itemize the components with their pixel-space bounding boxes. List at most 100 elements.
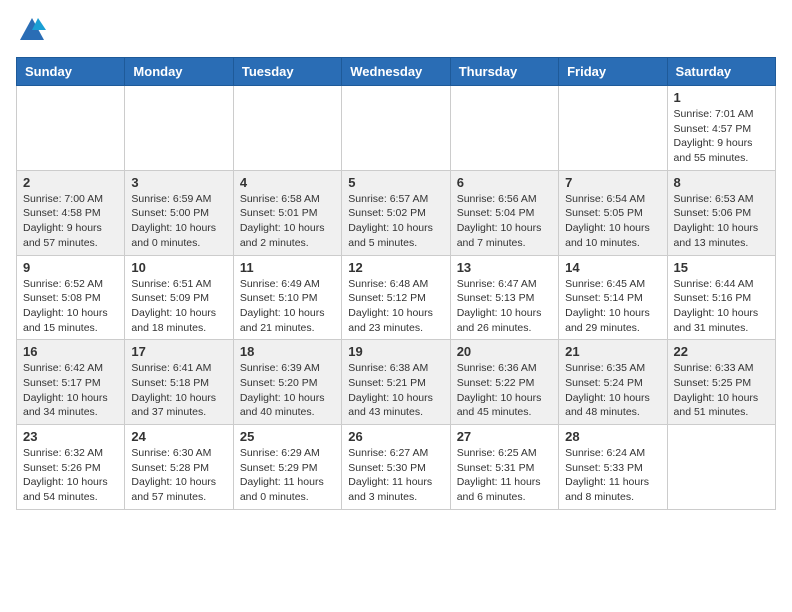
cell-w2-d2: 3 Sunrise: 6:59 AM Sunset: 5:00 PM Daylig… [125,170,233,255]
day-number: 27 [457,429,552,444]
cell-w5-d6: 28 Sunrise: 6:24 AM Sunset: 5:33 PM Dayli… [559,425,667,510]
header-thursday: Thursday [450,58,558,86]
calendar-table: SundayMondayTuesdayWednesdayThursdayFrid… [16,57,776,510]
header-saturday: Saturday [667,58,775,86]
cell-w4-d5: 20Sunrise: 6:36 AM Sunset: 5:22 PM Dayli… [450,340,558,425]
day-info: Sunrise: 7:00 AM Sunset: 4:58 PM Dayligh… [23,192,118,251]
day-number: 5 [348,175,443,190]
day-number: 14 [565,260,660,275]
day-number: 7 [565,175,660,190]
cell-w5-d5: 27 Sunrise: 6:25 AM Sunset: 5:31 PM Dayli… [450,425,558,510]
day-number: 2 [23,175,118,190]
day-info: Sunrise: 6:32 AM Sunset: 5:26 PM Dayligh… [23,446,118,505]
day-number: 17 [131,344,226,359]
week-row-3: 9 Sunrise: 6:52 AM Sunset: 5:08 PM Daylig… [17,255,776,340]
cell-w2-d5: 6Sunrise: 6:56 AM Sunset: 5:04 PM Daylig… [450,170,558,255]
day-info: Sunrise: 6:48 AM Sunset: 5:12 PM Dayligh… [348,277,443,336]
week-row-5: 23 Sunrise: 6:32 AM Sunset: 5:26 PM Dayli… [17,425,776,510]
day-number: 12 [348,260,443,275]
day-info: Sunrise: 6:27 AM Sunset: 5:30 PM Dayligh… [348,446,443,505]
header-monday: Monday [125,58,233,86]
day-info: Sunrise: 6:42 AM Sunset: 5:17 PM Dayligh… [23,361,118,420]
week-row-1: 1 Sunrise: 7:01 AM Sunset: 4:57 PM Daylig… [17,86,776,171]
cell-w3-d3: 11 Sunrise: 6:49 AM Sunset: 5:10 PM Dayli… [233,255,341,340]
day-number: 25 [240,429,335,444]
day-info: Sunrise: 6:33 AM Sunset: 5:25 PM Dayligh… [674,361,769,420]
day-number: 21 [565,344,660,359]
cell-w1-d5 [450,86,558,171]
day-info: Sunrise: 6:39 AM Sunset: 5:20 PM Dayligh… [240,361,335,420]
day-info: Sunrise: 6:56 AM Sunset: 5:04 PM Dayligh… [457,192,552,251]
day-info: Sunrise: 6:47 AM Sunset: 5:13 PM Dayligh… [457,277,552,336]
cell-w2-d4: 5 Sunrise: 6:57 AM Sunset: 5:02 PM Daylig… [342,170,450,255]
day-info: Sunrise: 6:29 AM Sunset: 5:29 PM Dayligh… [240,446,335,505]
cell-w5-d1: 23 Sunrise: 6:32 AM Sunset: 5:26 PM Dayli… [17,425,125,510]
logo-icon [18,16,46,44]
day-number: 1 [674,90,769,105]
day-info: Sunrise: 6:57 AM Sunset: 5:02 PM Dayligh… [348,192,443,251]
cell-w1-d1 [17,86,125,171]
day-info: Sunrise: 6:41 AM Sunset: 5:18 PM Dayligh… [131,361,226,420]
cell-w4-d2: 17 Sunrise: 6:41 AM Sunset: 5:18 PM Dayli… [125,340,233,425]
day-info: Sunrise: 6:49 AM Sunset: 5:10 PM Dayligh… [240,277,335,336]
day-info: Sunrise: 6:25 AM Sunset: 5:31 PM Dayligh… [457,446,552,505]
header-tuesday: Tuesday [233,58,341,86]
cell-w3-d1: 9 Sunrise: 6:52 AM Sunset: 5:08 PM Daylig… [17,255,125,340]
day-info: Sunrise: 6:30 AM Sunset: 5:28 PM Dayligh… [131,446,226,505]
day-info: Sunrise: 6:38 AM Sunset: 5:21 PM Dayligh… [348,361,443,420]
day-info: Sunrise: 6:58 AM Sunset: 5:01 PM Dayligh… [240,192,335,251]
day-info: Sunrise: 6:45 AM Sunset: 5:14 PM Dayligh… [565,277,660,336]
day-info: Sunrise: 6:59 AM Sunset: 5:00 PM Dayligh… [131,192,226,251]
day-info: Sunrise: 6:44 AM Sunset: 5:16 PM Dayligh… [674,277,769,336]
cell-w5-d4: 26 Sunrise: 6:27 AM Sunset: 5:30 PM Dayli… [342,425,450,510]
cell-w1-d3 [233,86,341,171]
day-number: 4 [240,175,335,190]
day-number: 11 [240,260,335,275]
day-info: Sunrise: 6:54 AM Sunset: 5:05 PM Dayligh… [565,192,660,251]
day-number: 16 [23,344,118,359]
day-info: Sunrise: 6:24 AM Sunset: 5:33 PM Dayligh… [565,446,660,505]
day-number: 28 [565,429,660,444]
day-number: 8 [674,175,769,190]
header-sunday: Sunday [17,58,125,86]
page-header [16,16,776,49]
cell-w3-d6: 14 Sunrise: 6:45 AM Sunset: 5:14 PM Dayli… [559,255,667,340]
cell-w4-d3: 18 Sunrise: 6:39 AM Sunset: 5:20 PM Dayli… [233,340,341,425]
cell-w4-d7: 22 Sunrise: 6:33 AM Sunset: 5:25 PM Dayli… [667,340,775,425]
day-number: 15 [674,260,769,275]
day-info: Sunrise: 6:52 AM Sunset: 5:08 PM Dayligh… [23,277,118,336]
day-number: 3 [131,175,226,190]
day-number: 23 [23,429,118,444]
day-info: Sunrise: 6:36 AM Sunset: 5:22 PM Dayligh… [457,361,552,420]
cell-w1-d7: 1 Sunrise: 7:01 AM Sunset: 4:57 PM Daylig… [667,86,775,171]
cell-w2-d6: 7 Sunrise: 6:54 AM Sunset: 5:05 PM Daylig… [559,170,667,255]
header-friday: Friday [559,58,667,86]
logo [16,16,46,49]
cell-w5-d3: 25 Sunrise: 6:29 AM Sunset: 5:29 PM Dayli… [233,425,341,510]
week-row-2: 2 Sunrise: 7:00 AM Sunset: 4:58 PM Daylig… [17,170,776,255]
day-number: 22 [674,344,769,359]
cell-w4-d4: 19 Sunrise: 6:38 AM Sunset: 5:21 PM Dayli… [342,340,450,425]
cell-w3-d5: 13 Sunrise: 6:47 AM Sunset: 5:13 PM Dayli… [450,255,558,340]
cell-w2-d7: 8 Sunrise: 6:53 AM Sunset: 5:06 PM Daylig… [667,170,775,255]
day-number: 9 [23,260,118,275]
cell-w5-d7 [667,425,775,510]
day-number: 13 [457,260,552,275]
calendar-header-row: SundayMondayTuesdayWednesdayThursdayFrid… [17,58,776,86]
day-info: Sunrise: 7:01 AM Sunset: 4:57 PM Dayligh… [674,107,769,166]
cell-w1-d6 [559,86,667,171]
day-number: 24 [131,429,226,444]
day-info: Sunrise: 6:35 AM Sunset: 5:24 PM Dayligh… [565,361,660,420]
cell-w3-d2: 10 Sunrise: 6:51 AM Sunset: 5:09 PM Dayli… [125,255,233,340]
day-number: 18 [240,344,335,359]
day-number: 19 [348,344,443,359]
day-info: Sunrise: 6:51 AM Sunset: 5:09 PM Dayligh… [131,277,226,336]
cell-w5-d2: 24 Sunrise: 6:30 AM Sunset: 5:28 PM Dayli… [125,425,233,510]
day-info: Sunrise: 6:53 AM Sunset: 5:06 PM Dayligh… [674,192,769,251]
cell-w4-d6: 21 Sunrise: 6:35 AM Sunset: 5:24 PM Dayli… [559,340,667,425]
cell-w3-d4: 12 Sunrise: 6:48 AM Sunset: 5:12 PM Dayli… [342,255,450,340]
day-number: 26 [348,429,443,444]
day-number: 10 [131,260,226,275]
week-row-4: 16 Sunrise: 6:42 AM Sunset: 5:17 PM Dayli… [17,340,776,425]
cell-w3-d7: 15 Sunrise: 6:44 AM Sunset: 5:16 PM Dayli… [667,255,775,340]
